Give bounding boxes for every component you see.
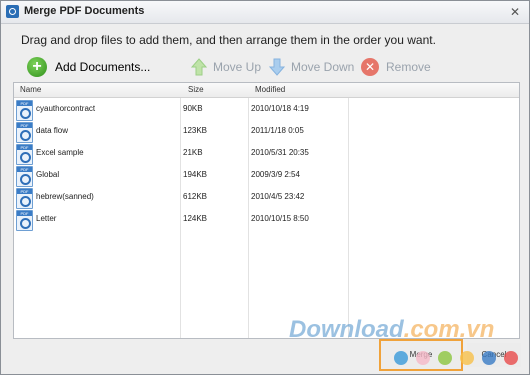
table-row[interactable]: PDF data flow 123KB 2011/1/18 0:05 bbox=[14, 121, 519, 143]
table-row[interactable]: PDF Excel sample 21KB 2010/5/31 20:35 bbox=[14, 143, 519, 165]
remove-button[interactable]: ✕ Remove bbox=[361, 53, 431, 81]
arrow-down-icon bbox=[269, 58, 285, 76]
move-up-label: Move Up bbox=[213, 60, 262, 74]
move-up-button[interactable]: Move Up bbox=[191, 53, 261, 81]
file-name: data flow bbox=[36, 126, 69, 135]
add-icon: + bbox=[27, 57, 47, 77]
file-modified: 2010/4/5 23:42 bbox=[251, 192, 305, 201]
file-size: 124KB bbox=[183, 214, 208, 223]
watermark-dot bbox=[482, 351, 496, 365]
file-name: Excel sample bbox=[36, 148, 84, 157]
toolbar: + Add Documents... Move Up Move Down ✕ R… bbox=[13, 53, 518, 81]
pdf-file-icon: PDF bbox=[16, 210, 33, 231]
file-modified: 2009/3/9 2:54 bbox=[251, 170, 300, 179]
file-size: 90KB bbox=[183, 104, 203, 113]
instruction-text: Drag and drop files to add them, and the… bbox=[21, 33, 436, 47]
watermark-dot bbox=[416, 351, 430, 365]
pdf-file-icon: PDF bbox=[16, 100, 33, 121]
watermark-dot bbox=[504, 351, 518, 365]
file-size: 612KB bbox=[183, 192, 208, 201]
file-modified: 2010/10/15 8:50 bbox=[251, 214, 309, 223]
merge-pdf-dialog: Merge PDF Documents ✕ Drag and drop file… bbox=[0, 0, 530, 375]
file-size: 194KB bbox=[183, 170, 208, 179]
file-size: 21KB bbox=[183, 148, 203, 157]
pdf-file-icon: PDF bbox=[16, 188, 33, 209]
file-name: Global bbox=[36, 170, 60, 179]
watermark-dot bbox=[438, 351, 452, 365]
app-icon bbox=[6, 5, 19, 18]
move-down-label: Move Down bbox=[291, 60, 355, 74]
documents-table: Name Size Modified PDF cyauthorcontract … bbox=[13, 82, 520, 339]
table-row[interactable]: PDF hebrew(sanned) 612KB 2010/4/5 23:42 bbox=[14, 187, 519, 209]
column-header-modified[interactable]: Modified bbox=[255, 85, 285, 94]
table-row[interactable]: PDF Letter 124KB 2010/10/15 8:50 bbox=[14, 209, 519, 231]
remove-icon: ✕ bbox=[361, 58, 379, 76]
close-button[interactable]: ✕ bbox=[507, 4, 523, 20]
watermark-dots bbox=[394, 351, 524, 367]
remove-label: Remove bbox=[386, 60, 431, 74]
table-row[interactable]: PDF Global 194KB 2009/3/9 2:54 bbox=[14, 165, 519, 187]
file-name: cyauthorcontract bbox=[36, 104, 96, 113]
watermark-dot bbox=[460, 351, 474, 365]
window-title: Merge PDF Documents bbox=[24, 5, 145, 17]
file-modified: 2011/1/18 0:05 bbox=[251, 126, 304, 135]
file-modified: 2010/10/18 4:19 bbox=[251, 104, 309, 113]
pdf-file-icon: PDF bbox=[16, 144, 33, 165]
add-documents-label: Add Documents... bbox=[55, 60, 151, 74]
arrow-up-icon bbox=[191, 58, 207, 76]
column-header-size[interactable]: Size bbox=[188, 85, 204, 94]
pdf-file-icon: PDF bbox=[16, 166, 33, 187]
column-header-name[interactable]: Name bbox=[20, 85, 41, 94]
watermark-dot bbox=[394, 351, 408, 365]
file-size: 123KB bbox=[183, 126, 208, 135]
table-header: Name Size Modified bbox=[14, 83, 519, 98]
file-name: Letter bbox=[36, 214, 57, 223]
add-documents-button[interactable]: + Add Documents... bbox=[27, 53, 150, 81]
table-row[interactable]: PDF cyauthorcontract 90KB 2010/10/18 4:1… bbox=[14, 99, 519, 121]
title-bar: Merge PDF Documents ✕ bbox=[1, 1, 529, 24]
move-down-button[interactable]: Move Down bbox=[269, 53, 354, 81]
pdf-file-icon: PDF bbox=[16, 122, 33, 143]
file-name: hebrew(sanned) bbox=[36, 192, 94, 201]
file-modified: 2010/5/31 20:35 bbox=[251, 148, 309, 157]
